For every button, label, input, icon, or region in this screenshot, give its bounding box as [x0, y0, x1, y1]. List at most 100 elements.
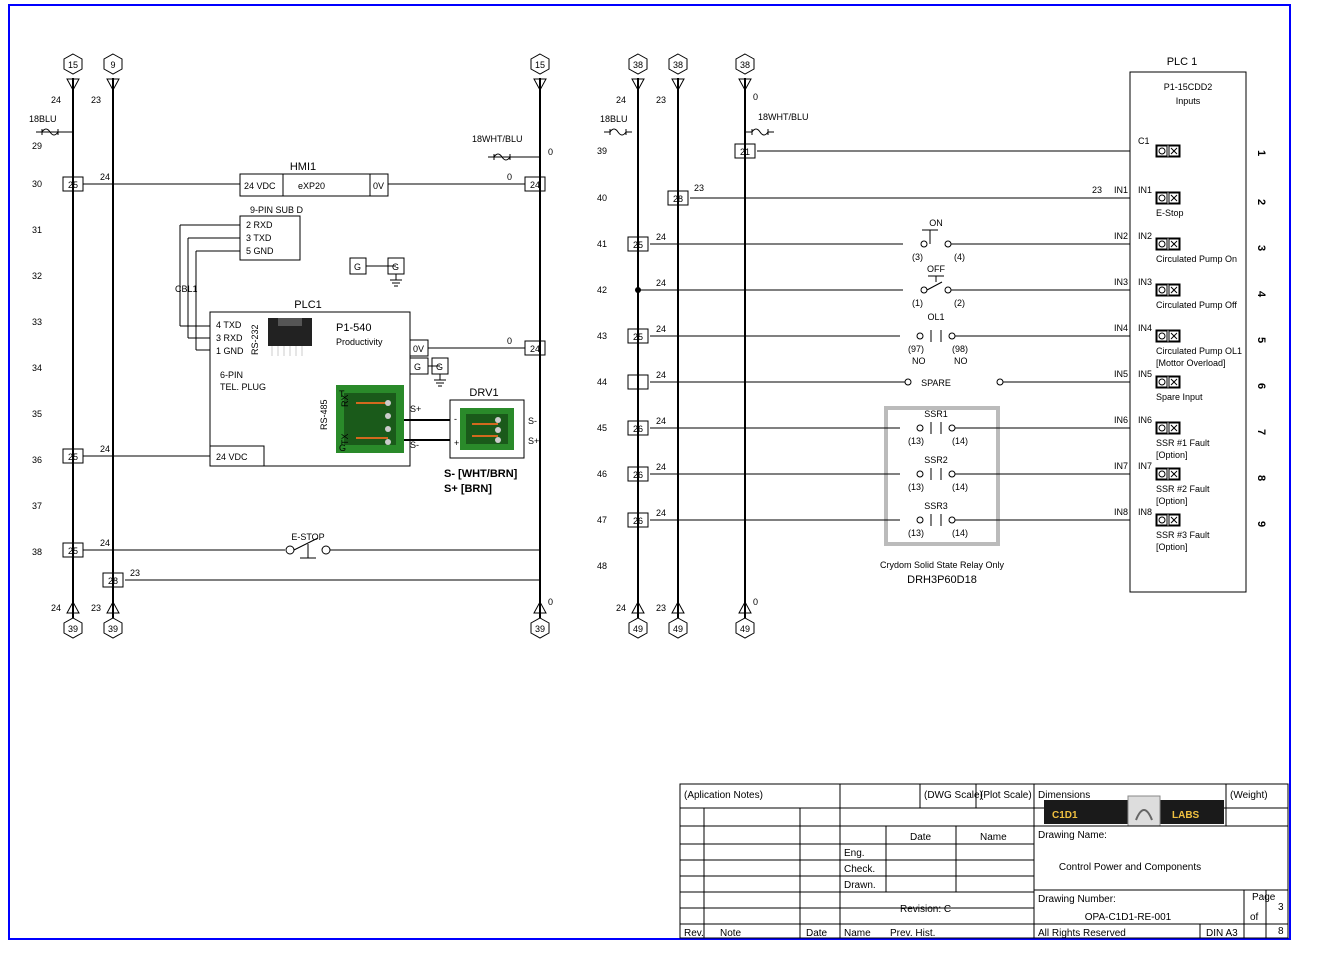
svg-text:OL1: OL1 [927, 312, 944, 322]
svg-text:37: 37 [32, 501, 42, 511]
svg-text:41: 41 [597, 239, 607, 249]
svg-text:Circulated Pump On: Circulated Pump On [1156, 254, 1237, 264]
svg-text:32: 32 [32, 271, 42, 281]
svg-text:3 RXD: 3 RXD [216, 333, 243, 343]
svg-text:6: 6 [1255, 383, 1267, 389]
svg-text:(1): (1) [912, 298, 923, 308]
svg-text:IN8: IN8 [1138, 507, 1152, 517]
svg-text:(2): (2) [954, 298, 965, 308]
svg-text:Spare Input: Spare Input [1156, 392, 1203, 402]
svg-text:Name: Name [980, 832, 1007, 843]
drawing-sheet: 15 24 9 23 15 18BLU 29 18WHT/BLU 0 30 31… [0, 0, 1321, 958]
svg-text:SSR #2 Fault: SSR #2 Fault [1156, 484, 1210, 494]
svg-text:(Aplication Notes): (Aplication Notes) [684, 790, 763, 801]
svg-text:38: 38 [633, 60, 643, 70]
svg-text:15: 15 [68, 60, 78, 70]
svg-text:39: 39 [68, 624, 78, 634]
svg-text:0: 0 [507, 172, 512, 182]
svg-text:8: 8 [1255, 475, 1267, 481]
svg-text:0: 0 [507, 336, 512, 346]
svg-text:OFF: OFF [927, 264, 945, 274]
svg-text:C1D1: C1D1 [1052, 810, 1078, 821]
svg-text:39: 39 [597, 146, 607, 156]
svg-text:24 VDC: 24 VDC [216, 452, 248, 462]
svg-text:of: of [1250, 912, 1259, 923]
svg-text:24: 24 [100, 172, 110, 182]
svg-text:LABS: LABS [1172, 810, 1200, 821]
svg-text:25: 25 [633, 240, 643, 250]
svg-text:0: 0 [548, 147, 553, 157]
svg-text:9: 9 [110, 60, 115, 70]
svg-text:eXP20: eXP20 [298, 181, 325, 191]
svg-text:24: 24 [51, 95, 61, 105]
svg-text:8: 8 [1278, 926, 1284, 937]
svg-text:(13): (13) [908, 528, 924, 538]
svg-text:24: 24 [656, 508, 666, 518]
title-block: (Aplication Notes) (DWG Scale) (Plot Sca… [680, 784, 1288, 939]
svg-text:Drawing Name:: Drawing Name: [1038, 830, 1107, 841]
svg-text:24: 24 [656, 232, 666, 242]
svg-text:Circulated Pump OL1: Circulated Pump OL1 [1156, 346, 1242, 356]
svg-text:24: 24 [656, 370, 666, 380]
svg-text:C1: C1 [1138, 136, 1150, 146]
svg-text:24: 24 [656, 462, 666, 472]
svg-text:18WHT/BLU: 18WHT/BLU [472, 134, 523, 144]
svg-text:S-: S- [528, 416, 537, 426]
svg-text:30: 30 [32, 179, 42, 189]
svg-text:49: 49 [740, 624, 750, 634]
svg-text:RS-485: RS-485 [319, 399, 329, 430]
svg-text:RX: RX [340, 394, 350, 407]
svg-text:24: 24 [530, 180, 540, 190]
svg-text:IN1: IN1 [1114, 185, 1128, 195]
svg-text:25: 25 [68, 546, 78, 556]
svg-text:26: 26 [633, 516, 643, 526]
svg-text:Drawn.: Drawn. [844, 880, 876, 891]
svg-text:[Mottor Overload]: [Mottor Overload] [1156, 358, 1226, 368]
svg-text:SSR #1 Fault: SSR #1 Fault [1156, 438, 1210, 448]
svg-text:2: 2 [1255, 199, 1267, 205]
svg-text:[Option]: [Option] [1156, 542, 1188, 552]
svg-text:0: 0 [753, 597, 758, 607]
svg-text:21: 21 [740, 147, 750, 157]
svg-text:6-PIN: 6-PIN [220, 370, 243, 380]
svg-text:Drawing Number:: Drawing Number: [1038, 894, 1116, 905]
svg-text:DIN A3: DIN A3 [1206, 928, 1238, 939]
svg-text:[Option]: [Option] [1156, 496, 1188, 506]
svg-text:5: 5 [1255, 337, 1267, 343]
svg-text:25: 25 [633, 332, 643, 342]
svg-text:-: - [454, 414, 457, 424]
svg-text:HMI1: HMI1 [290, 161, 316, 173]
svg-text:P1-15CDD2: P1-15CDD2 [1164, 82, 1213, 92]
svg-text:(14): (14) [952, 436, 968, 446]
svg-text:Control Power and Components: Control Power and Components [1059, 862, 1201, 873]
svg-text:G: G [436, 362, 443, 372]
svg-text:0V: 0V [373, 181, 384, 191]
svg-text:4: 4 [1255, 291, 1267, 298]
svg-text:SSR3: SSR3 [924, 501, 948, 511]
svg-text:Name: Name [844, 928, 871, 939]
svg-text:G: G [414, 362, 421, 372]
svg-text:3: 3 [1255, 245, 1267, 251]
svg-text:(Plot Scale): (Plot Scale) [980, 790, 1032, 801]
svg-text:G: G [392, 262, 399, 272]
svg-text:38: 38 [32, 547, 42, 557]
svg-text:Date: Date [806, 928, 828, 939]
svg-text:31: 31 [32, 225, 42, 235]
svg-text:Eng.: Eng. [844, 848, 865, 859]
svg-text:4 TXD: 4 TXD [216, 320, 242, 330]
svg-text:39: 39 [108, 624, 118, 634]
svg-text:18BLU: 18BLU [600, 114, 628, 124]
svg-text:SPARE: SPARE [921, 378, 951, 388]
svg-text:DRV1: DRV1 [469, 387, 498, 399]
svg-text:PLC 1: PLC 1 [1167, 56, 1198, 68]
svg-text:G: G [354, 262, 361, 272]
svg-text:(14): (14) [952, 482, 968, 492]
svg-text:IN7: IN7 [1114, 461, 1128, 471]
svg-text:0: 0 [753, 92, 758, 102]
svg-text:IN1: IN1 [1138, 185, 1152, 195]
svg-text:28: 28 [673, 194, 683, 204]
svg-text:44: 44 [597, 377, 607, 387]
svg-text:38: 38 [740, 60, 750, 70]
svg-text:S+: S+ [410, 404, 421, 414]
svg-text:IN6: IN6 [1138, 415, 1152, 425]
